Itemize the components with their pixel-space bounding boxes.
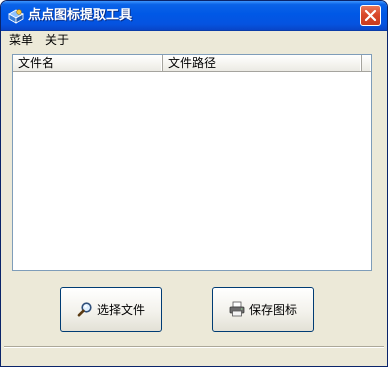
column-header-filler bbox=[362, 55, 371, 71]
save-icon-button[interactable]: 保存图标 bbox=[212, 287, 314, 332]
close-icon bbox=[364, 9, 377, 22]
file-list[interactable]: 文件名 文件路径 bbox=[12, 54, 372, 271]
magnifier-icon bbox=[77, 301, 93, 317]
save-icon-label: 保存图标 bbox=[249, 303, 298, 317]
window-title: 点点图标提取工具 bbox=[28, 8, 133, 23]
select-file-button[interactable]: 选择文件 bbox=[60, 287, 162, 332]
status-bar bbox=[4, 346, 384, 365]
app-icon bbox=[7, 7, 25, 25]
column-header-file-path[interactable]: 文件路径 bbox=[163, 55, 362, 71]
title-bar[interactable]: 点点图标提取工具 bbox=[1, 1, 387, 31]
menu-bar: 菜单 关于 bbox=[1, 31, 387, 49]
printer-icon bbox=[229, 301, 245, 317]
menu-item-menu[interactable]: 菜单 bbox=[7, 32, 35, 48]
close-button[interactable] bbox=[360, 5, 381, 26]
app-window: 点点图标提取工具 菜单 关于 文件名 文件路径 选择文件 保存图标 bbox=[0, 0, 388, 367]
menu-item-about[interactable]: 关于 bbox=[43, 32, 71, 48]
select-file-label: 选择文件 bbox=[97, 303, 146, 317]
file-list-header: 文件名 文件路径 bbox=[13, 55, 371, 72]
column-header-file-name[interactable]: 文件名 bbox=[13, 55, 163, 71]
